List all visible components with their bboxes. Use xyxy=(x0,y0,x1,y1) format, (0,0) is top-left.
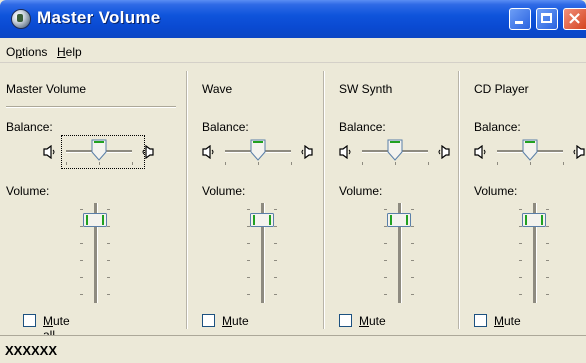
volume-label: Volume: xyxy=(339,184,383,198)
column-title: SW Synth xyxy=(339,82,393,96)
minimize-button[interactable] xyxy=(509,8,531,30)
minimize-icon xyxy=(515,21,523,24)
close-icon: × xyxy=(567,8,583,29)
column-separator xyxy=(323,71,325,329)
column-separator xyxy=(458,71,460,329)
window-title: Master Volume xyxy=(37,8,161,27)
maximize-icon xyxy=(541,13,552,23)
column-title: Wave xyxy=(202,82,233,96)
speaker-right-icon xyxy=(571,145,585,159)
mixer-panel: Master VolumeBalance:Volume:Mute allWave… xyxy=(0,63,586,342)
balance-label: Balance: xyxy=(339,120,386,134)
focus-rectangle xyxy=(61,135,145,169)
speaker-right-icon xyxy=(436,145,450,159)
maximize-button[interactable] xyxy=(536,8,558,30)
mixer-column: SW Synth Balance: Volume: Mute xyxy=(323,63,459,335)
menu-help[interactable]: Help xyxy=(57,45,82,59)
mute-label[interactable]: Mute xyxy=(494,314,521,328)
balance-slider-thumb[interactable] xyxy=(522,139,538,161)
balance-slider-thumb[interactable] xyxy=(387,139,403,161)
balance-ticks xyxy=(497,162,564,166)
title-divider xyxy=(6,106,176,108)
mixer-column: CD Player Balance: Volume: Mute xyxy=(458,63,586,335)
mute-checkbox-box[interactable] xyxy=(339,314,352,327)
menu-bar: Options Help xyxy=(0,38,586,63)
balance-slider-thumb[interactable] xyxy=(250,139,266,161)
column-title: CD Player xyxy=(474,82,529,96)
speaker-left-icon xyxy=(202,145,216,159)
mute-label[interactable]: Mute xyxy=(222,314,249,328)
column-title: Master Volume xyxy=(6,82,87,96)
volume-ticks xyxy=(519,209,549,309)
balance-label: Balance: xyxy=(474,120,521,134)
status-text: XXXXXX xyxy=(5,343,58,358)
status-bar: XXXXXX xyxy=(0,335,586,363)
column-separator xyxy=(186,71,188,329)
title-bar[interactable]: Master Volume × xyxy=(0,0,586,38)
mute-checkbox-box[interactable] xyxy=(202,314,215,327)
mute-label[interactable]: Mute xyxy=(359,314,386,328)
volume-control-icon[interactable] xyxy=(11,9,31,29)
mute-checkbox-box[interactable] xyxy=(474,314,487,327)
speaker-right-icon xyxy=(299,145,313,159)
speaker-left-icon xyxy=(339,145,353,159)
balance-label: Balance: xyxy=(202,120,249,134)
volume-label: Volume: xyxy=(6,184,50,198)
mixer-column: Master VolumeBalance:Volume:Mute all xyxy=(0,63,186,342)
volume-ticks xyxy=(80,209,110,309)
volume-label: Volume: xyxy=(202,184,246,198)
balance-ticks xyxy=(362,162,429,166)
close-button[interactable]: × xyxy=(563,8,586,30)
volume-label: Volume: xyxy=(474,184,518,198)
volume-ticks xyxy=(247,209,277,309)
speaker-left-icon xyxy=(43,145,57,159)
speaker-left-icon xyxy=(474,145,488,159)
mute-checkbox-box[interactable] xyxy=(23,314,36,327)
balance-label: Balance: xyxy=(6,120,53,134)
mixer-column: Wave Balance: Volume: Mute xyxy=(186,63,324,335)
menu-options[interactable]: Options xyxy=(6,45,47,59)
balance-ticks xyxy=(225,162,292,166)
volume-ticks xyxy=(384,209,414,309)
